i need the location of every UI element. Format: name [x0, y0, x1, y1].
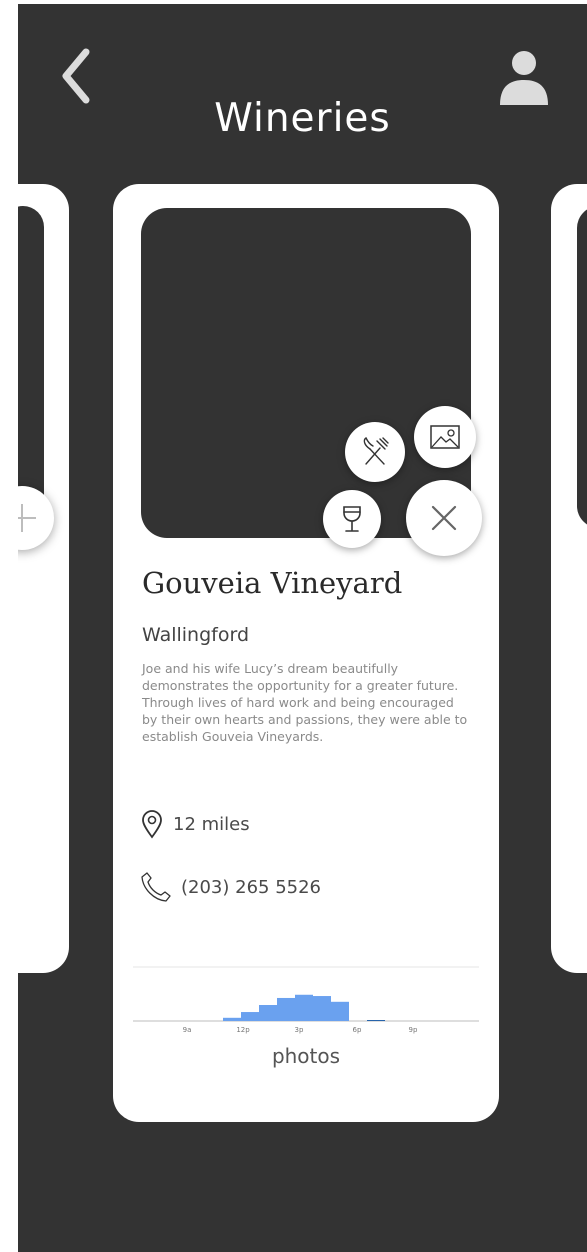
wine-glass-icon — [343, 506, 361, 532]
close-icon — [431, 505, 457, 531]
next-winery-card[interactable] — [551, 184, 587, 973]
page-title: Wineries — [214, 96, 391, 141]
image-icon — [430, 425, 460, 449]
winery-card: Gouveia Vineyard Wallingford Joe and his… — [113, 184, 499, 1122]
card-image-placeholder — [577, 206, 587, 528]
chart-bar — [277, 997, 295, 1021]
chart-tick-label: 12p — [236, 1026, 250, 1034]
fork-knife-icon — [363, 436, 389, 465]
map-pin-icon — [142, 810, 162, 839]
popular-times-chart: 9a 12p 3p 6p 9p — [133, 966, 479, 1034]
dining-button[interactable] — [345, 422, 405, 482]
previous-winery-card[interactable] — [18, 184, 69, 973]
chart-bar — [295, 994, 313, 1021]
chart-bar — [223, 1017, 241, 1021]
distance-row: 12 miles — [139, 809, 250, 839]
chart-tick-label: 9a — [183, 1026, 192, 1034]
phone-number[interactable]: (203) 265 5526 — [181, 877, 321, 898]
distance-text: 12 miles — [173, 813, 250, 835]
app-screen: Wineries Gouveia Vineyard Wallingford Jo… — [18, 4, 587, 1252]
chart-tick-label: 3p — [295, 1026, 304, 1034]
photo-button[interactable] — [414, 406, 476, 468]
chart-tick-label: 6p — [353, 1026, 362, 1034]
phone-row[interactable]: (203) 265 5526 — [139, 870, 321, 904]
chart-bar — [259, 1005, 277, 1021]
winery-location: Wallingford — [142, 624, 250, 646]
winery-description: Joe and his wife Lucy’s dream beautifull… — [142, 661, 468, 744]
chart-bar — [367, 1020, 385, 1021]
wine-button[interactable] — [323, 490, 381, 548]
close-button[interactable] — [406, 480, 482, 556]
photos-link[interactable]: photos — [113, 1044, 499, 1068]
winery-name: Gouveia Vineyard — [142, 566, 403, 600]
chart-bar — [331, 1001, 349, 1021]
chart-bar — [313, 996, 331, 1021]
chart-bar — [241, 1012, 259, 1021]
chart-tick-label: 9p — [409, 1026, 418, 1034]
phone-icon — [141, 872, 171, 902]
